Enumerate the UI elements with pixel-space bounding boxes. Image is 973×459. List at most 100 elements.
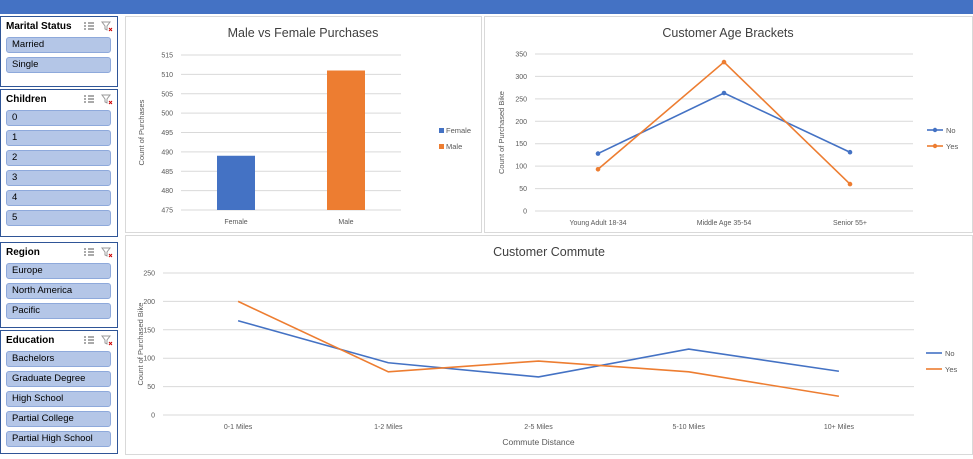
clear-filter-icon[interactable]: [101, 94, 113, 105]
x-tick-label: 0-1 Miles: [224, 424, 253, 431]
y-tick-label: 250: [515, 96, 527, 103]
x-tick-label: Middle Age 35-54: [697, 220, 752, 227]
y-tick-label: 150: [515, 141, 527, 148]
y-tick-label: 300: [515, 74, 527, 81]
y-tick-label: 50: [147, 384, 155, 391]
slicer-title: Region: [6, 247, 40, 258]
slicer-education: Education Bachelors Graduate Degree High S…: [0, 330, 118, 454]
slicer-item-region-1[interactable]: North America: [6, 283, 111, 299]
slicer-children: Children 0 1 2 3 4 5: [0, 89, 118, 237]
excel-top-bar: [0, 0, 973, 14]
bar-female: [217, 155, 255, 210]
bar-male: [327, 70, 365, 210]
x-axis-label: Commute Distance: [502, 437, 575, 447]
slicer-item-marital-status-0[interactable]: Married: [6, 37, 111, 53]
x-tick-label: Senior 55+: [833, 220, 867, 227]
x-tick-label: 1-2 Miles: [374, 424, 403, 431]
y-tick-label: 505: [161, 91, 173, 98]
legend-label: Yes: [946, 142, 958, 151]
y-axis-label: Count of Purchases: [137, 99, 146, 165]
chart-panel-gender[interactable]: Male vs Female Purchases 475 480 485 490 495 5…: [125, 16, 482, 233]
multi-select-icon[interactable]: [83, 21, 95, 32]
x-tick-label: Male: [338, 219, 353, 226]
multi-select-icon[interactable]: [83, 335, 95, 346]
y-tick-label: 250: [143, 271, 155, 278]
slicer-item-education-4[interactable]: Partial High School: [6, 431, 111, 447]
data-point-no: [595, 151, 601, 156]
multi-select-icon[interactable]: [83, 247, 95, 258]
legend-label: Yes: [945, 365, 957, 374]
chart-panel-age[interactable]: Customer Age Brackets 0 50 100 150 200 250 300 3…: [484, 16, 973, 233]
slicer-item-education-3[interactable]: Partial College: [6, 411, 111, 427]
slicer-item-children-1[interactable]: 1: [6, 130, 111, 146]
y-tick-label: 0: [523, 209, 527, 216]
clear-filter-icon[interactable]: [101, 21, 113, 32]
slicer-item-children-4[interactable]: 4: [6, 190, 111, 206]
slicer-item-region-2[interactable]: Pacific: [6, 303, 111, 319]
y-tick-label: 485: [161, 169, 173, 176]
y-tick-label: 100: [143, 356, 155, 363]
y-tick-label: 50: [519, 186, 527, 193]
slicer-item-region-0[interactable]: Europe: [6, 263, 111, 279]
y-tick-label: 510: [161, 72, 173, 79]
slicer-item-children-5[interactable]: 5: [6, 210, 111, 226]
gender-bar-chart: Male vs Female Purchases 475 480 485 490 495 5…: [137, 26, 471, 226]
legend-marker: [932, 143, 938, 149]
chart-panel-commute[interactable]: Customer Commute 0 50 100 150 200 250 Count of …: [125, 235, 973, 455]
data-point-yes: [721, 59, 727, 65]
y-axis-label: Count of Purchased Bike: [136, 303, 145, 386]
slicer-item-education-0[interactable]: Bachelors: [6, 351, 111, 367]
legend-swatch: [439, 144, 444, 149]
y-tick-label: 200: [143, 299, 155, 306]
x-tick-label: 5-10 Miles: [673, 424, 706, 431]
multi-select-icon[interactable]: [83, 94, 95, 105]
series-line-no: [237, 319, 840, 378]
data-point-yes: [595, 166, 601, 172]
slicer-item-children-0[interactable]: 0: [6, 110, 111, 126]
y-tick-label: 150: [143, 327, 155, 334]
x-tick-label: Female: [224, 219, 247, 226]
legend-label: No: [946, 126, 956, 135]
slicer-title: Children: [6, 94, 47, 105]
y-axis-label: Count of Purchased Bike: [497, 91, 506, 174]
series-line-no: [597, 92, 851, 155]
legend-marker: [932, 127, 938, 133]
y-tick-label: 0: [151, 413, 155, 420]
y-tick-label: 475: [161, 208, 173, 215]
clear-filter-icon[interactable]: [101, 247, 113, 258]
y-tick-label: 480: [161, 188, 173, 195]
age-line-chart: Customer Age Brackets 0 50 100 150 200 250 300 3…: [497, 26, 958, 227]
x-tick-label: Young Adult 18-34: [570, 220, 627, 227]
slicer-title: Education: [6, 335, 55, 346]
data-point-no: [721, 90, 727, 96]
slicer-marital-status: Marital Status Married Single: [0, 16, 118, 87]
data-point-no: [847, 149, 853, 155]
series-line-yes: [237, 300, 840, 398]
slicer-item-children-2[interactable]: 2: [6, 150, 111, 166]
y-tick-label: 100: [515, 164, 527, 171]
data-point-yes: [847, 181, 853, 187]
commute-line-chart: Customer Commute 0 50 100 150 200 250 Count of …: [136, 245, 957, 447]
slicer-item-education-1[interactable]: Graduate Degree: [6, 371, 111, 387]
y-tick-label: 500: [161, 111, 173, 118]
x-tick-label: 10+ Miles: [824, 424, 855, 431]
legend-label: Male: [446, 142, 462, 151]
chart-title: Customer Age Brackets: [662, 26, 793, 40]
clear-filter-icon[interactable]: [101, 335, 113, 346]
legend-label: Female: [446, 126, 471, 135]
slicer-title: Marital Status: [6, 21, 72, 32]
slicer-item-marital-status-1[interactable]: Single: [6, 57, 111, 73]
y-tick-label: 495: [161, 130, 173, 137]
x-tick-label: 2-5 Miles: [524, 424, 553, 431]
chart-title: Male vs Female Purchases: [228, 26, 379, 40]
slicer-item-children-3[interactable]: 3: [6, 170, 111, 186]
slicer-item-education-2[interactable]: High School: [6, 391, 111, 407]
chart-title: Customer Commute: [493, 245, 605, 259]
legend-swatch: [439, 128, 444, 133]
y-tick-label: 200: [515, 119, 527, 126]
y-tick-label: 515: [161, 53, 173, 60]
y-tick-label: 350: [515, 52, 527, 59]
legend-label: No: [945, 349, 955, 358]
y-tick-label: 490: [161, 149, 173, 156]
slicer-region: Region Europe North America Pacific: [0, 242, 118, 328]
